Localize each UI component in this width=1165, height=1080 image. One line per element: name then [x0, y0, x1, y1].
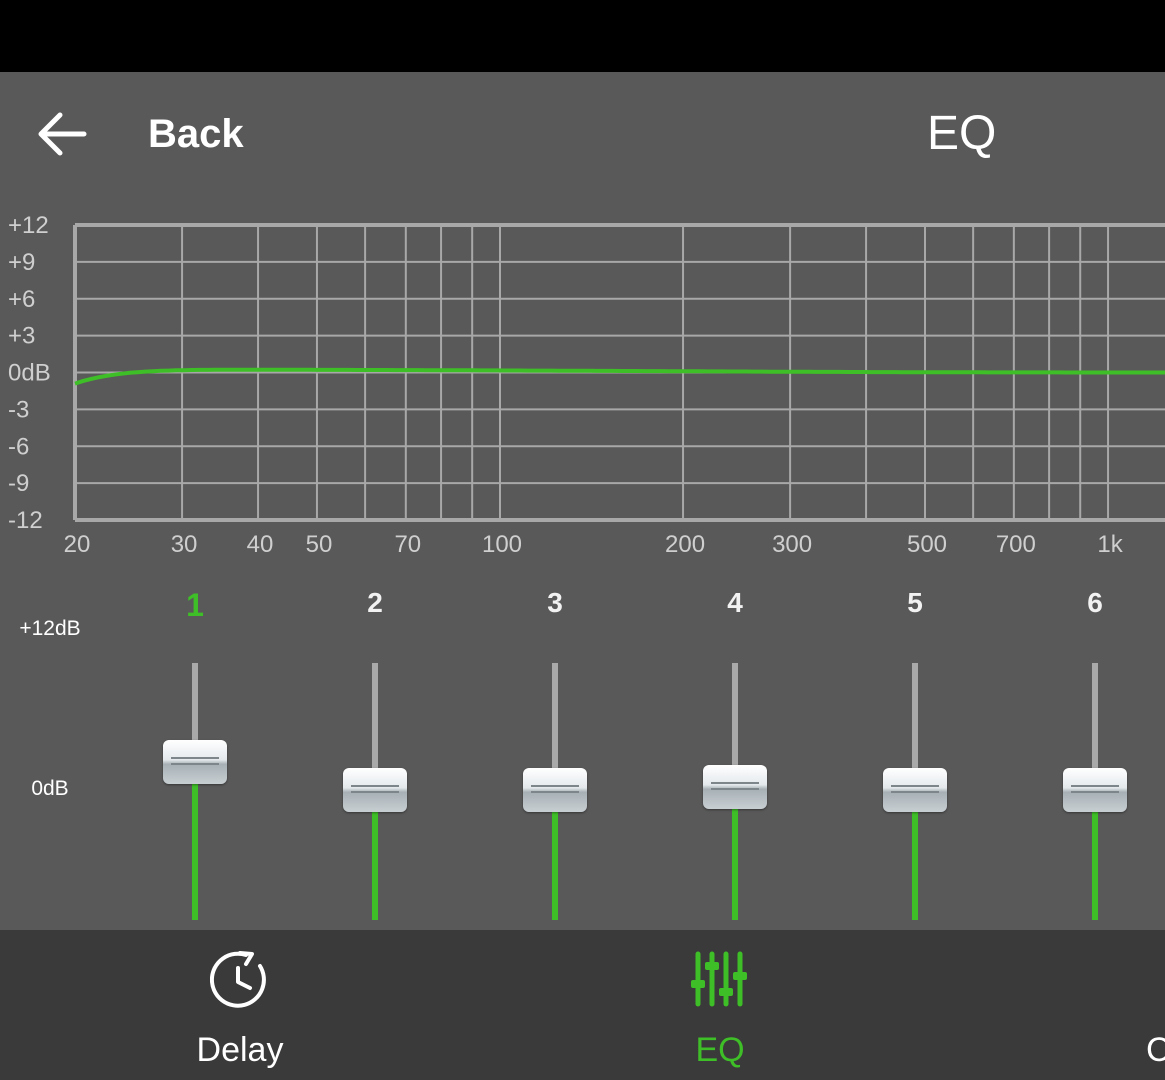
y-axis-labels: +12 +9 +6 +3 0dB -3 -6 -9 -12 [8, 212, 51, 534]
slider-knob[interactable] [703, 764, 767, 809]
back-label: Back [148, 112, 244, 156]
band-number-label: 3 [547, 587, 563, 618]
max-gain-label: +12dB [19, 617, 81, 640]
eq-band-3[interactable]: 3 [495, 585, 615, 930]
x-tick-label: 70 [394, 531, 421, 558]
y-tick-label: +12 [8, 212, 49, 239]
band-number-label: 5 [907, 587, 923, 618]
y-tick-label: -9 [8, 470, 29, 497]
nav-eq-label: EQ [695, 1031, 745, 1069]
slider-knob[interactable] [343, 768, 407, 812]
y-tick-label: +9 [8, 249, 35, 276]
x-axis-labels: 20 30 40 50 70 100 200 300 500 700 1k [64, 531, 1124, 558]
x-tick-label: 40 [247, 531, 274, 558]
eq-band-5[interactable]: 5 [855, 585, 975, 930]
slider-knob[interactable] [163, 740, 227, 785]
x-tick-label: 1k [1097, 531, 1123, 558]
slider-knob[interactable] [883, 768, 947, 812]
x-tick-label: 20 [64, 531, 91, 558]
zero-gain-label: 0dB [31, 777, 69, 800]
nav-next-label-partial[interactable]: C [1146, 1030, 1165, 1070]
y-tick-label: +6 [8, 286, 35, 313]
nav-delay[interactable]: Delay [140, 930, 340, 1080]
back-button[interactable]: Back [30, 100, 290, 170]
y-tick-label: -3 [8, 396, 29, 423]
eq-band-6[interactable]: 6 [1035, 585, 1155, 930]
back-arrow-icon [38, 112, 87, 156]
slider-knob[interactable] [523, 768, 587, 812]
bottom-nav: Delay EQ C [0, 930, 1165, 1080]
equalizer-icon [691, 951, 747, 1007]
x-tick-label: 100 [482, 531, 522, 558]
page-title: EQ [927, 107, 997, 160]
nav-delay-label: Delay [196, 1031, 284, 1069]
eq-response-curve [74, 367, 1165, 386]
y-tick-label: 0dB [8, 360, 51, 387]
x-tick-label: 30 [171, 531, 198, 558]
slider-track-level[interactable] [192, 762, 198, 920]
y-tick-label: -12 [8, 507, 43, 534]
eq-band-2[interactable]: 2 [315, 585, 435, 930]
x-tick-label: 200 [665, 531, 705, 558]
header: Back EQ [0, 72, 1165, 192]
x-tick-label: 50 [306, 531, 333, 558]
y-tick-label: +3 [8, 323, 35, 350]
x-tick-label: 300 [772, 531, 812, 558]
eq-sliders: +12dB 0dB 1 2 3 4 5 6 [0, 585, 1165, 930]
eq-band-4[interactable]: 4 [675, 585, 795, 930]
clock-icon [210, 951, 266, 1008]
slider-knob[interactable] [1063, 768, 1127, 812]
band-number-label: 1 [186, 587, 204, 623]
status-bar [0, 0, 1165, 72]
band-number-label: 6 [1087, 587, 1103, 618]
x-tick-label: 500 [907, 531, 947, 558]
eq-response-graph: +12 +9 +6 +3 0dB -3 -6 -9 -12 20 30 40 50 70 100 200 30… [8, 212, 1165, 558]
band-number-label: 4 [727, 587, 743, 618]
band-number-label: 2 [367, 587, 383, 618]
x-tick-label: 700 [996, 531, 1036, 558]
nav-eq[interactable]: EQ [620, 930, 820, 1080]
y-tick-label: -6 [8, 433, 29, 460]
eq-band-1[interactable]: 1 [135, 585, 255, 930]
